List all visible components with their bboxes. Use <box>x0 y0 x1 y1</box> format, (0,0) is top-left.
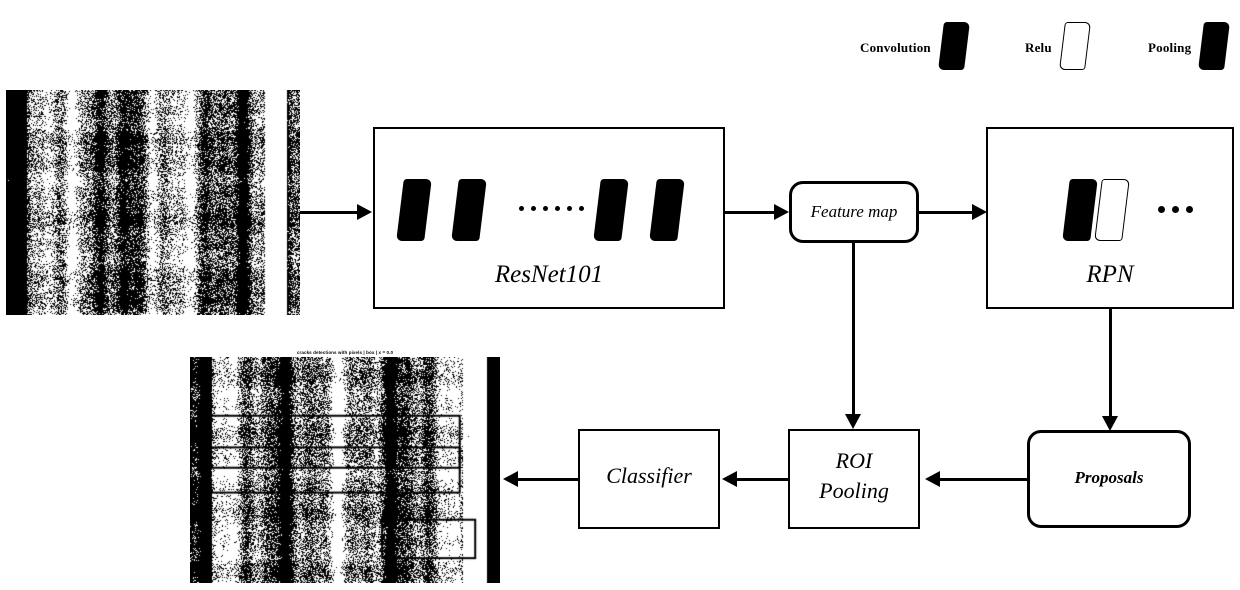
pooling-plane-icon <box>1198 22 1231 70</box>
input-sonar-image <box>6 90 300 315</box>
classifier-label: Classifier <box>606 463 692 488</box>
arrow-feature-map-to-roi-pooling <box>837 243 869 429</box>
backbone-conv-plane-2 <box>451 179 487 241</box>
output-detection-image <box>190 357 500 583</box>
rpn-box: RPN <box>986 127 1234 309</box>
backbone-conv-plane-4 <box>649 179 685 241</box>
feature-map-label: Feature map <box>810 202 898 221</box>
legend-item-convolution: Convolution <box>860 22 970 70</box>
rpn-label: RPN <box>1086 261 1134 288</box>
backbone-box-resnet101: ResNet101 <box>373 127 725 309</box>
arrow-classifier-to-output <box>503 463 579 495</box>
rpn-conv-plane <box>1062 179 1098 241</box>
proposals-label: Proposals <box>1074 468 1144 487</box>
arrow-roi-pooling-to-classifier <box>722 463 790 495</box>
backbone-conv-plane-1 <box>396 179 432 241</box>
backbone-conv-plane-3 <box>593 179 629 241</box>
backbone-label: ResNet101 <box>494 261 604 288</box>
legend-item-pooling: Pooling <box>1148 22 1231 70</box>
roi-pooling-box: ROI Pooling <box>788 429 920 529</box>
backbone-ellipsis-dots <box>519 206 584 211</box>
arrow-proposals-to-roi-pooling <box>925 463 1029 495</box>
roi-pooling-label-line2: Pooling <box>819 478 889 503</box>
arrow-backbone-to-feature-map <box>725 196 789 228</box>
arrow-input-to-backbone <box>300 196 372 228</box>
output-image-caption: cracks detections with pixels | box | x … <box>296 350 394 355</box>
legend-label-convolution: Convolution <box>860 40 931 55</box>
convolution-plane-icon <box>937 22 970 70</box>
legend-label-relu: Relu <box>1025 40 1052 55</box>
roi-pooling-label-line1: ROI <box>835 448 873 473</box>
arrow-rpn-to-proposals <box>1094 309 1126 431</box>
legend-item-relu: Relu <box>1025 22 1091 70</box>
classifier-box: Classifier <box>578 429 720 529</box>
rpn-ellipsis-dots <box>1158 206 1193 213</box>
feature-map-box: Feature map <box>789 181 919 243</box>
rpn-relu-plane <box>1094 179 1130 241</box>
diagram-canvas: Convolution Relu Pooling ResNet101 Featu <box>0 0 1240 590</box>
proposals-box: Proposals <box>1027 430 1191 528</box>
legend-label-pooling: Pooling <box>1148 40 1192 55</box>
arrow-feature-map-to-rpn <box>919 196 987 228</box>
relu-plane-icon <box>1058 22 1091 70</box>
